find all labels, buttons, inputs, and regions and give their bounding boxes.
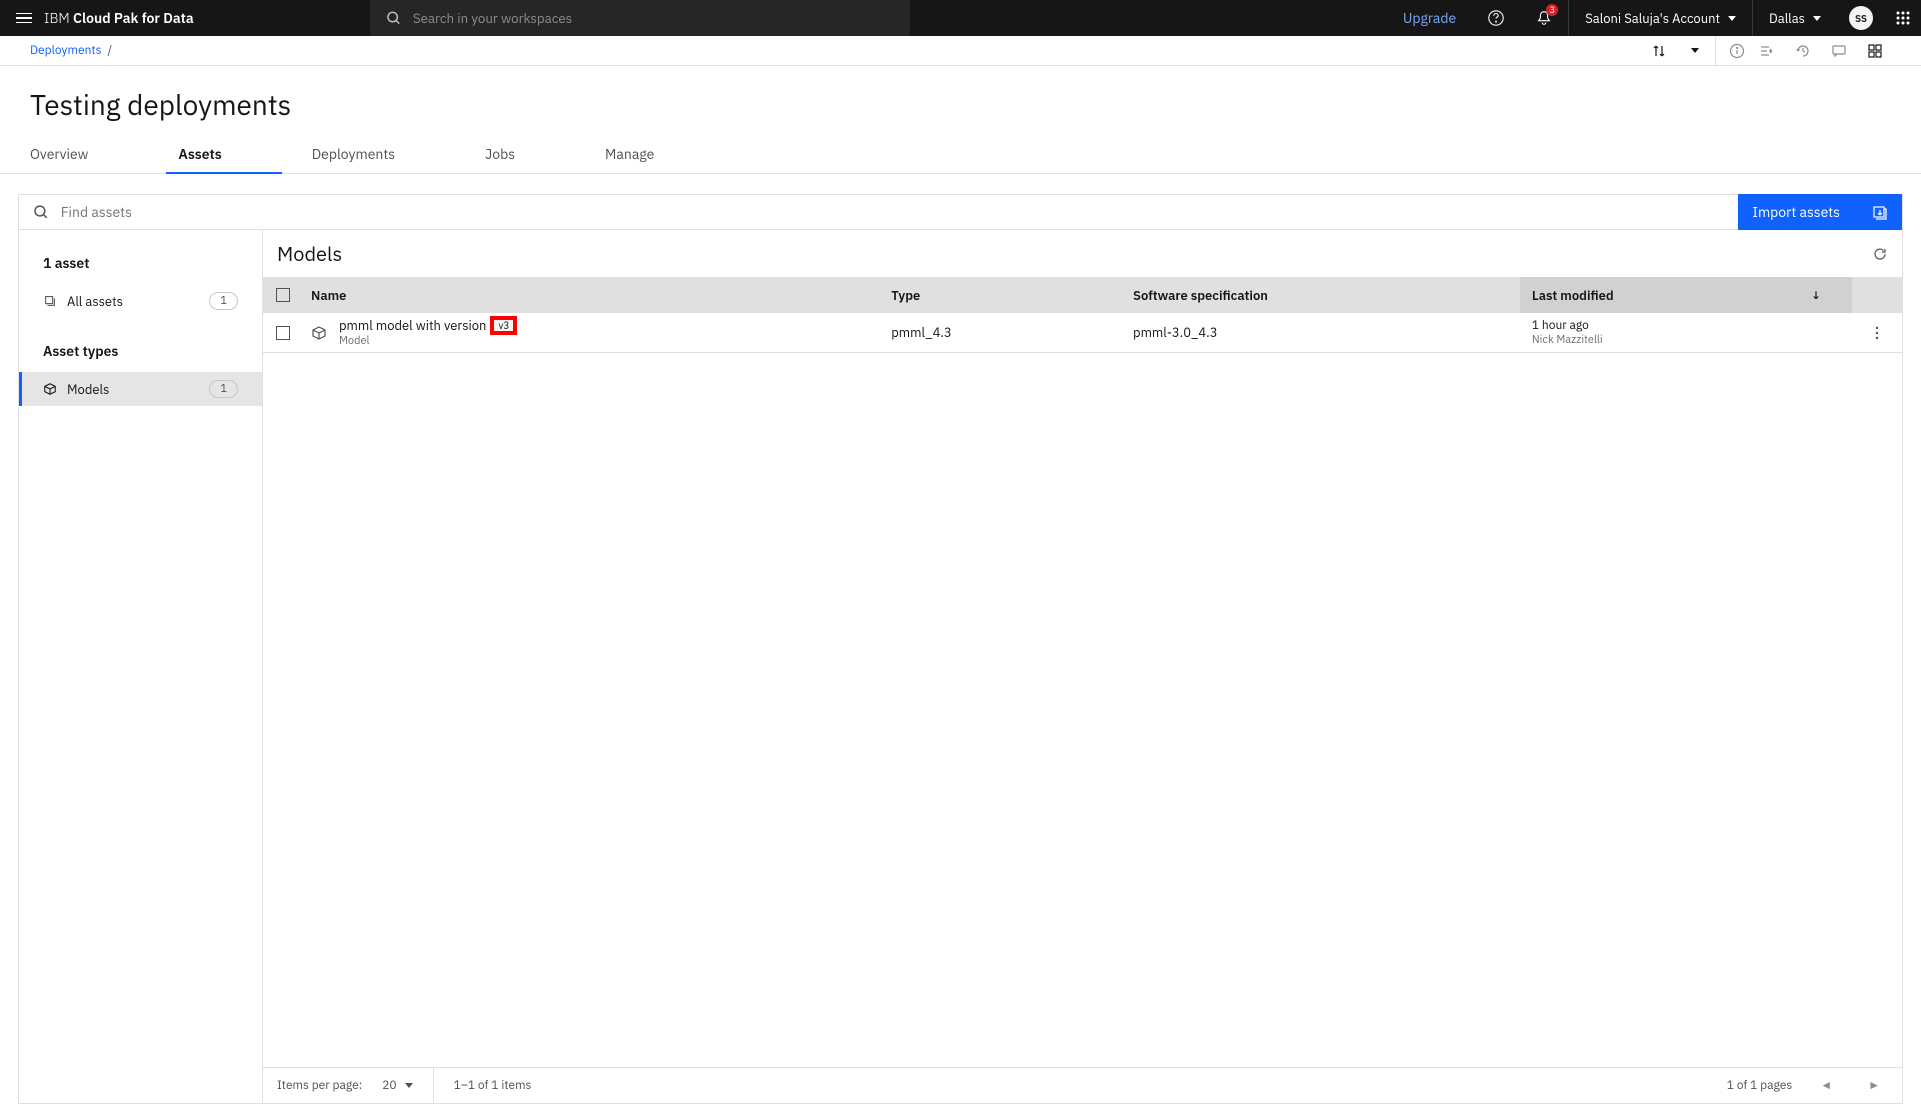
model-icon — [43, 382, 57, 396]
chevron-down-icon — [405, 1083, 413, 1088]
models-table: Name Type Software specification Last mo… — [263, 277, 1902, 353]
manage-icon[interactable] — [1859, 36, 1891, 66]
models-label: Models — [67, 381, 109, 398]
all-assets-label: All assets — [67, 293, 123, 310]
range-info: 1–1 of 1 items — [454, 1078, 532, 1093]
subheader: Deployments / — [0, 36, 1921, 66]
ipp-select[interactable]: 20 — [382, 1078, 412, 1093]
col-modified-label: Last modified — [1532, 287, 1614, 304]
refresh-icon[interactable] — [1872, 246, 1888, 262]
import-icon — [1872, 204, 1888, 220]
sort-down-icon — [1810, 289, 1822, 301]
info-icon[interactable] — [1715, 36, 1747, 66]
modified-user: Nick Mazzitelli — [1532, 333, 1603, 347]
region-dropdown[interactable]: Dallas — [1752, 0, 1837, 36]
models-count: 1 — [209, 380, 238, 398]
row-spec: pmml-3.0_4.3 — [1133, 324, 1520, 341]
sidebar-item-models[interactable]: Models 1 — [19, 372, 262, 406]
tabs: Overview Assets Deployments Jobs Manage — [0, 135, 1921, 174]
col-type[interactable]: Type — [891, 287, 1133, 304]
sidebar: 1 asset All assets 1 Asset types Models … — [19, 230, 263, 1103]
search-input[interactable] — [413, 9, 894, 27]
sidebar-item-all-assets[interactable]: All assets 1 — [19, 284, 262, 318]
asset-count-heading: 1 asset — [19, 248, 262, 284]
col-spec[interactable]: Software specification — [1133, 287, 1520, 304]
notification-badge: 3 — [1546, 4, 1558, 16]
chevron-down-icon — [1813, 16, 1821, 21]
tab-assets[interactable]: Assets — [178, 135, 221, 173]
brand-name: Cloud Pak for Data — [73, 9, 194, 27]
history-icon[interactable] — [1787, 36, 1819, 66]
search-icon — [33, 204, 49, 220]
ipp-label: Items per page: — [277, 1078, 362, 1093]
tab-overview[interactable]: Overview — [30, 135, 88, 173]
hamburger-icon[interactable] — [16, 13, 32, 24]
row-type: pmml_4.3 — [891, 324, 1133, 341]
import-assets-button[interactable]: Import assets — [1738, 194, 1902, 230]
notification-icon[interactable]: 3 — [1520, 0, 1568, 36]
account-dropdown[interactable]: Saloni Saluja's Account — [1568, 0, 1752, 36]
row-subtype: Model — [339, 334, 515, 348]
upgrade-link[interactable]: Upgrade — [1387, 9, 1472, 27]
asset-types-heading: Asset types — [19, 336, 262, 372]
account-label: Saloni Saluja's Account — [1585, 10, 1720, 27]
filter-input[interactable] — [61, 203, 1725, 221]
brand-prefix: IBM — [44, 9, 70, 27]
chevron-dropdown-icon[interactable] — [1679, 36, 1711, 66]
overflow-icon[interactable] — [1875, 325, 1879, 341]
ipp-value: 20 — [382, 1078, 396, 1093]
col-name[interactable]: Name — [303, 287, 891, 304]
row-checkbox[interactable] — [276, 326, 290, 340]
all-assets-count: 1 — [209, 292, 238, 310]
filter-bar: Import assets — [18, 194, 1903, 230]
modified-time: 1 hour ago — [1532, 318, 1589, 333]
next-page-icon[interactable]: ► — [1860, 1078, 1888, 1093]
breadcrumb-separator: / — [107, 43, 112, 58]
breadcrumb-link[interactable]: Deployments — [30, 43, 101, 58]
table-header: Name Type Software specification Last mo… — [263, 277, 1902, 313]
panel-title: Models — [277, 240, 342, 267]
search-area[interactable] — [370, 0, 910, 36]
tab-manage[interactable]: Manage — [605, 135, 654, 173]
help-icon[interactable] — [1472, 0, 1520, 36]
breadcrumbs: Deployments / — [30, 43, 112, 58]
prev-page-icon[interactable]: ◄ — [1812, 1078, 1840, 1093]
page-info: 1 of 1 pages — [1727, 1078, 1793, 1093]
flow-icon[interactable] — [1751, 36, 1783, 66]
table-panel: Models Name Type Software specification … — [263, 230, 1902, 1103]
region-label: Dallas — [1769, 10, 1805, 27]
chat-icon[interactable] — [1823, 36, 1855, 66]
app-grid-icon[interactable] — [1885, 0, 1921, 36]
search-icon — [386, 10, 401, 26]
tab-jobs[interactable]: Jobs — [485, 135, 515, 173]
top-header: IBM Cloud Pak for Data Upgrade 3 Saloni … — [0, 0, 1921, 36]
tab-deployments[interactable]: Deployments — [312, 135, 395, 173]
select-all-checkbox[interactable] — [276, 288, 290, 302]
row-name: pmml model with version — [339, 317, 486, 334]
model-icon — [311, 325, 327, 341]
import-label: Import assets — [1752, 203, 1840, 221]
table-row[interactable]: pmml model with version v3 Model pmml_4.… — [263, 313, 1902, 353]
version-badge: v3 — [492, 318, 515, 333]
brand: IBM Cloud Pak for Data — [44, 9, 194, 27]
chevron-down-icon — [1728, 16, 1736, 21]
content: Import assets 1 asset All assets 1 Asset… — [0, 174, 1921, 1104]
pagination: Items per page: 20 1–1 of 1 items 1 of 1… — [263, 1067, 1902, 1103]
page-title: Testing deployments — [0, 66, 1921, 135]
sort-icon[interactable] — [1643, 36, 1675, 66]
stack-icon — [43, 294, 57, 308]
avatar[interactable]: SS — [1849, 6, 1873, 30]
col-modified[interactable]: Last modified — [1520, 277, 1852, 313]
